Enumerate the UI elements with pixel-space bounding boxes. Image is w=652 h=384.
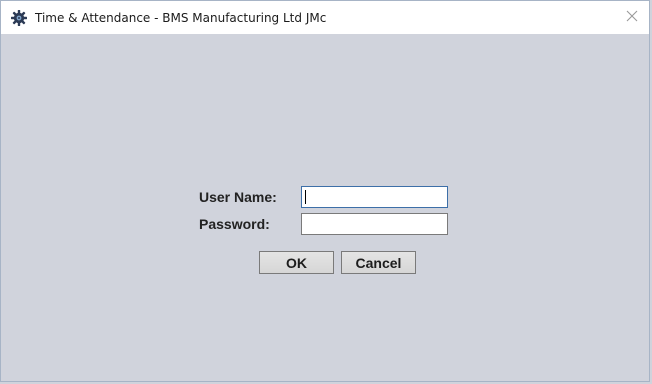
username-label: User Name: [199,189,277,205]
text-caret [305,190,306,204]
cancel-button[interactable]: Cancel [341,251,416,274]
login-panel: User Name: Password: OK Cancel [1,34,649,381]
close-icon [626,9,638,27]
title-bar[interactable]: Time & Attendance - BMS Manufacturing Lt… [1,1,649,34]
ok-button[interactable]: OK [259,251,334,274]
close-button[interactable] [615,1,649,34]
password-label: Password: [199,216,270,232]
password-input[interactable] [301,213,448,235]
gear-logo-icon [10,9,28,27]
window-title: Time & Attendance - BMS Manufacturing Lt… [35,11,327,25]
login-window: Time & Attendance - BMS Manufacturing Lt… [0,0,650,382]
username-input[interactable] [301,186,448,208]
